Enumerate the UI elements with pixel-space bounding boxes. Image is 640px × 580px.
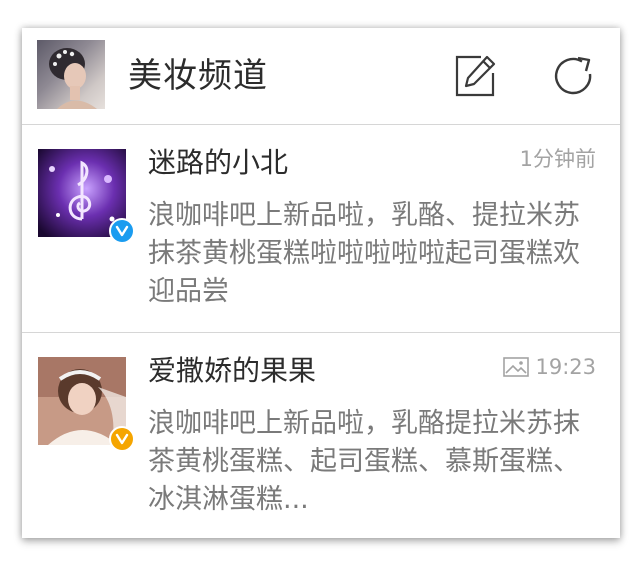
avatar-container [38,357,135,452]
avatar-container [38,149,135,244]
channel-header: 美妆频道 [22,28,620,125]
sender-name: 迷路的小北 [148,146,289,179]
message-preview: 浪咖啡吧上新品啦，乳酪、提拉米苏抹茶黄桃蛋糕啦啦啦啦啦起司蛋糕欢迎品尝 [148,200,580,307]
channel-avatar-image [49,48,97,109]
edit-button[interactable] [454,54,498,98]
sender-name: 爱撒娇的果果 [148,354,317,387]
time-text: 1分钟前 [519,147,596,171]
channel-card: 美妆频道 迷路的小北 1分钟前 浪咖啡吧上新品啦，乳酪、提拉米苏抹茶黄桃蛋糕啦啦… [22,28,620,538]
verified-icon [115,225,129,237]
channel-avatar [37,40,105,109]
verified-badge [109,218,135,244]
list-item[interactable]: 迷路的小北 1分钟前 浪咖啡吧上新品啦，乳酪、提拉米苏抹茶黄桃蛋糕啦啦啦啦啦起司… [22,125,620,333]
refresh-button[interactable] [552,54,596,98]
message-time: 1分钟前 [520,145,596,173]
message-preview: 浪咖啡吧上新品啦，乳酪提拉米苏抹茶黄桃蛋糕、起司蛋糕、慕斯蛋糕、冰淇淋蛋糕... [148,408,580,515]
message-time: 19:23 [503,353,596,381]
image-icon [503,357,530,377]
edit-icon [455,55,496,97]
refresh-icon [554,56,592,95]
verified-badge [109,426,135,452]
time-text: 19:23 [535,355,596,379]
verified-icon [115,433,129,445]
list-item[interactable]: 爱撒娇的果果 19:23 浪咖啡吧上新品啦，乳酪提拉米苏抹茶黄桃蛋糕、起司蛋糕、… [22,333,620,538]
channel-title: 美妆频道 [128,56,268,96]
